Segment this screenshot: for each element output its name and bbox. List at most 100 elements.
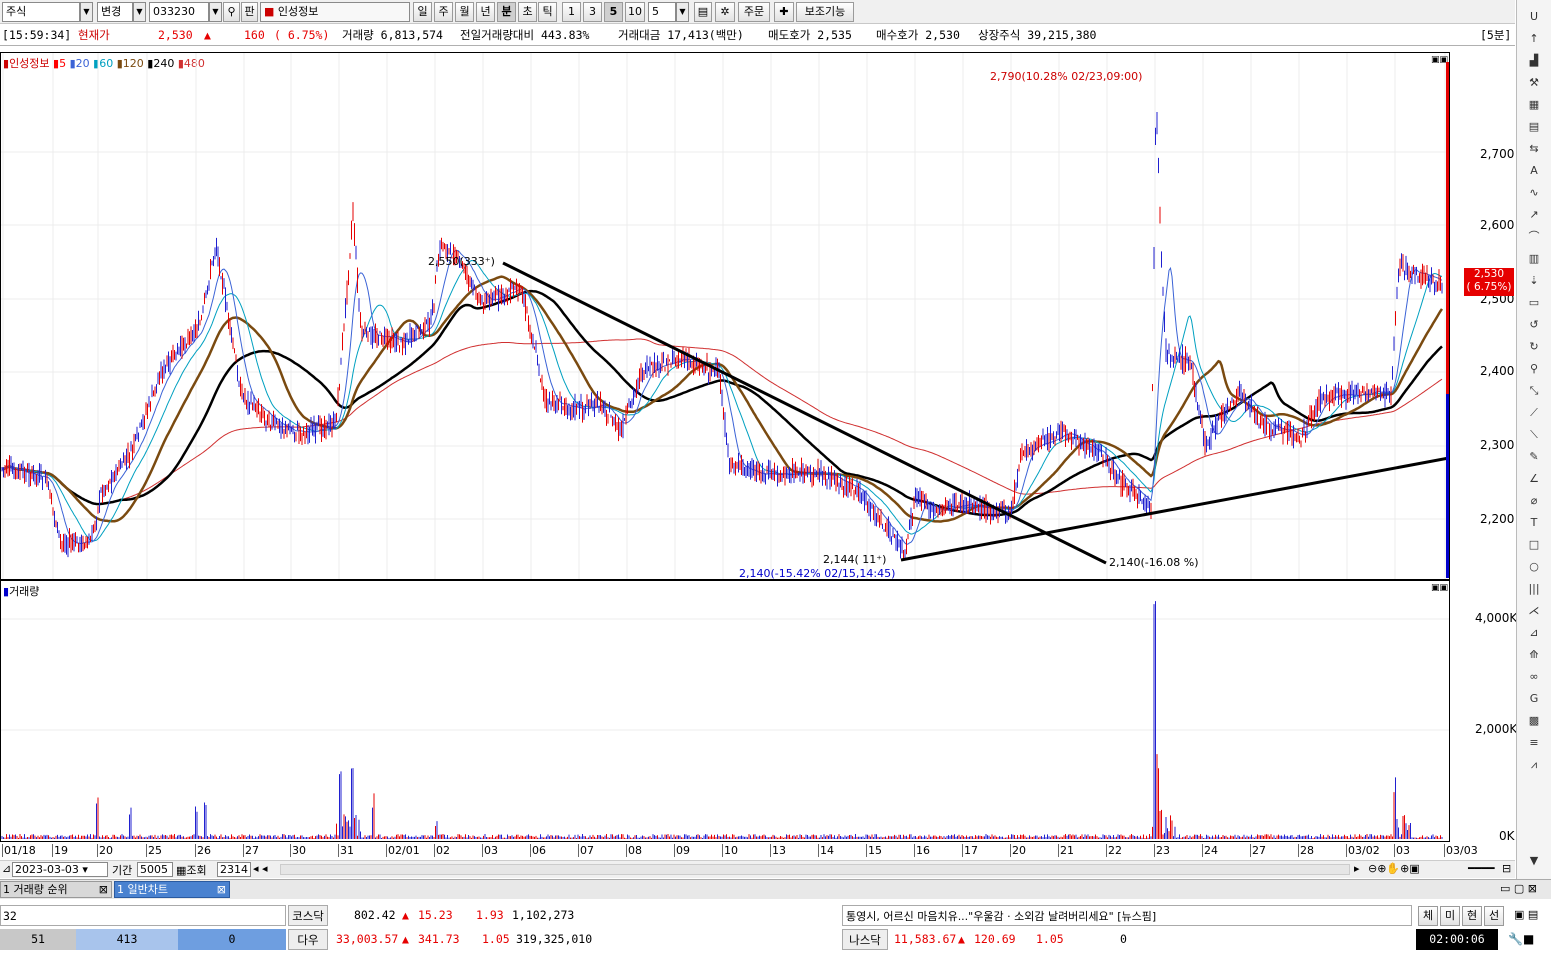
change-select[interactable]: 변경 (97, 2, 133, 22)
wave-icon[interactable]: ∿ (1524, 184, 1544, 202)
mode-button-3[interactable]: 현 (1462, 906, 1482, 926)
levels-icon[interactable]: ≡ (1524, 734, 1544, 752)
code-input[interactable]: 033230 (149, 2, 209, 22)
fan-icon[interactable]: ⋌ (1524, 602, 1544, 620)
downtrend-line[interactable] (502, 261, 1107, 565)
all-icon[interactable]: ∞ (1524, 668, 1544, 686)
up-arrow-icon: ▲ (402, 932, 409, 946)
download-icon[interactable]: ⇣ (1524, 272, 1544, 290)
line-tool-icon[interactable]: ⤡ (1524, 382, 1544, 400)
hammer-icon[interactable]: ⚒ (1524, 74, 1544, 92)
scrollbar-track[interactable]: ━━━━ (1468, 862, 1495, 875)
arrow-icon[interactable]: ⟰ (1524, 646, 1544, 664)
date-input[interactable]: 2023-03-03 ▾ (12, 862, 108, 877)
triangle-icon[interactable]: ⊿ (1524, 624, 1544, 642)
save-icon[interactable]: ▤ (694, 2, 712, 22)
tab-general-chart[interactable]: 1 일반차트 ⊠ (114, 881, 230, 898)
rectangle-icon[interactable]: □ (1524, 536, 1544, 554)
fibonacci-icon[interactable]: ||| (1524, 580, 1544, 598)
query-button[interactable]: ▦조회 (176, 862, 207, 878)
segment-icon[interactable]: ⟍ (1524, 426, 1544, 444)
close-icon[interactable]: ⊠ (217, 882, 226, 897)
list-icon[interactable]: ▤ (1524, 118, 1544, 136)
magnify-icon[interactable]: ⚲ (1524, 360, 1544, 378)
volume-panel[interactable]: ▮거래량 ▣▣ (0, 580, 1450, 842)
period-button[interactable]: 틱 (538, 2, 557, 22)
period-button[interactable]: 월 (455, 2, 474, 22)
window-controls-icon[interactable]: ▭ ▢ ⊠ (1500, 882, 1537, 895)
mode-button-4[interactable]: 선 (1484, 906, 1504, 926)
period-button[interactable]: 일 (413, 2, 432, 22)
minute-input[interactable]: 5 (648, 2, 676, 22)
quote-time: [15:59:34] (2, 28, 72, 42)
chart-type-icon[interactable]: ▟ (1524, 52, 1544, 70)
minute-button[interactable]: 10 (625, 2, 645, 22)
news-ticker[interactable]: 통영시, 어르신 마음치유..."우울감 · 소외감 날려버리세요" [뉴스핌] (842, 905, 1412, 926)
add-icon[interactable]: ✚ (774, 2, 794, 22)
order-button[interactable]: 주문 (738, 2, 770, 22)
mode-button-1[interactable]: 체 (1418, 906, 1438, 926)
period-button[interactable]: 년 (476, 2, 495, 22)
calendar-icon[interactable]: ⊿ (2, 862, 11, 875)
window-tabs: 1 거래량 순위 ⊠ 1 일반차트 ⊠ ▭ ▢ ⊠ (0, 879, 1551, 899)
time-axis-label: 31 (338, 844, 354, 857)
vtick-2000k: 2,000K (1475, 722, 1518, 736)
scroll-left-icon[interactable]: ◂ ◂ (253, 862, 268, 875)
period-button[interactable]: 분 (497, 2, 516, 22)
pen-icon[interactable]: ✎ (1524, 448, 1544, 466)
minute-dropdown-icon[interactable]: ▼ (676, 2, 689, 22)
curve-icon[interactable]: ⌒ (1524, 228, 1544, 246)
text-icon[interactable]: T (1524, 514, 1544, 532)
time-axis-label: 03/03 (1444, 844, 1478, 857)
period-button[interactable]: 주 (434, 2, 453, 22)
horizontal-scrollbar[interactable] (280, 864, 1350, 875)
dow-label: 다우 (288, 929, 328, 950)
minute-button[interactable]: 1 (562, 2, 581, 22)
volume-maximize-icon[interactable]: ▣▣ (1431, 583, 1448, 593)
redo-icon[interactable]: ↻ (1524, 338, 1544, 356)
mode-button-2[interactable]: 미 (1440, 906, 1460, 926)
bottom-tool-icons-2[interactable]: 🔧■ (1508, 932, 1534, 946)
scroll-down-icon[interactable]: ▼ (1524, 852, 1544, 870)
minute-button[interactable]: 3 (583, 2, 602, 22)
kosdaq-value: 802.42 (354, 908, 396, 922)
price-panel[interactable]: ▮인성정보 ▮5 ▮20 ▮60 ▮120 ▮240 ▮480 2,790(10… (0, 52, 1450, 580)
circle-icon[interactable]: ○ (1524, 558, 1544, 576)
code-dropdown-icon[interactable]: ▼ (209, 2, 222, 22)
auto-icon[interactable]: A (1524, 162, 1544, 180)
settings-icon[interactable]: ✲ (715, 2, 735, 22)
cycle-icon[interactable]: ⩘ (1524, 756, 1544, 774)
gann-icon[interactable]: G (1524, 690, 1544, 708)
market-select[interactable]: 주식 (2, 2, 80, 22)
search-icon[interactable]: ⚲ (223, 2, 240, 22)
ray-icon[interactable]: ⟋ (1524, 404, 1544, 422)
panel-list-icon[interactable]: ⊟ (1502, 862, 1511, 875)
pan-button[interactable]: 판 (241, 2, 258, 22)
period-input[interactable]: 5005 (137, 862, 173, 877)
trend-icon[interactable]: ↗ (1524, 206, 1544, 224)
scroll-right-icon[interactable]: ▸ (1354, 862, 1360, 875)
query-label: 조회 (186, 864, 207, 877)
angle-icon[interactable]: ∠ (1524, 470, 1544, 488)
undo-icon[interactable]: ↺ (1524, 316, 1544, 334)
zoom-controls-icon[interactable]: ⊖⊕✋⊕▣ (1368, 862, 1420, 875)
change-dropdown-icon[interactable]: ▼ (133, 2, 146, 22)
count-input[interactable]: 2314 (217, 862, 251, 877)
aux-button[interactable]: 보조기능 (796, 2, 854, 22)
stock-name-field[interactable]: ■ 인성정보 (260, 2, 410, 22)
user-icon[interactable]: U (1524, 8, 1544, 26)
grid-icon[interactable]: ▦ (1524, 96, 1544, 114)
tool-icon[interactable]: ↑ (1524, 30, 1544, 48)
bottom-tool-icons[interactable]: ▣ ▤ (1514, 908, 1538, 921)
bar-icon[interactable]: ▥ (1524, 250, 1544, 268)
market-dropdown-icon[interactable]: ▼ (80, 2, 93, 22)
swap-icon[interactable]: ⇆ (1524, 140, 1544, 158)
ruler-icon[interactable]: ⌀ (1524, 492, 1544, 510)
close-icon[interactable]: ⊠ (99, 882, 108, 897)
tab-volume-rank[interactable]: 1 거래량 순위 ⊠ (0, 881, 112, 898)
minute-button[interactable]: 5 (604, 2, 623, 22)
pattern-icon[interactable]: ▩ (1524, 712, 1544, 730)
down-range-bar (1446, 394, 1449, 578)
period-button[interactable]: 초 (518, 2, 537, 22)
window-icon[interactable]: ▭ (1524, 294, 1544, 312)
